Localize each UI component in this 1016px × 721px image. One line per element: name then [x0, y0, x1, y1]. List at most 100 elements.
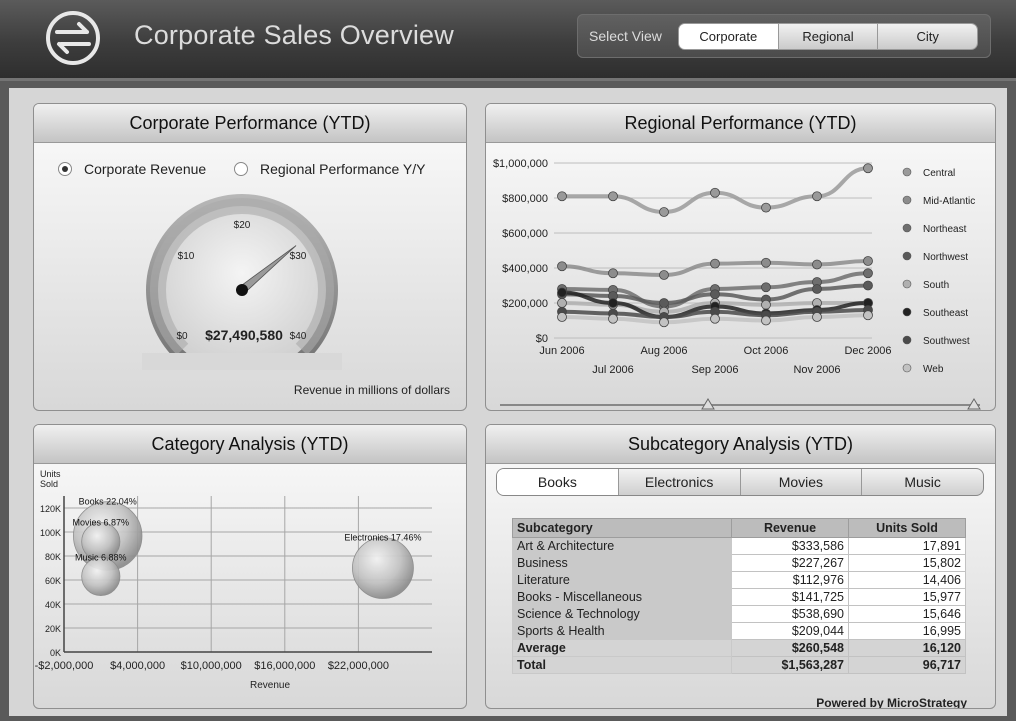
subcategory-panel-title: Subcategory Analysis (YTD) — [486, 425, 995, 464]
subcategory-cell: Books - Miscellaneous — [512, 588, 732, 606]
subcategory-cell: Literature — [512, 571, 732, 589]
data-point — [710, 313, 720, 324]
revenue-cell: $227,267 — [731, 554, 849, 572]
revenue-cell: $141,725 — [731, 588, 849, 606]
gauge-caption: Revenue in millions of dollars — [293, 383, 450, 397]
select-view-label: Select View — [589, 28, 662, 44]
x-tick-label: Jul 2006 — [592, 364, 634, 376]
data-point — [863, 268, 873, 279]
revenue-cell: $333,586 — [731, 537, 849, 555]
revenue-cell: $209,044 — [731, 622, 849, 640]
data-point — [659, 270, 669, 280]
tab-electronics[interactable]: Electronics — [617, 469, 740, 495]
legend-marker — [902, 335, 912, 345]
legend-label: Southeast — [923, 308, 968, 319]
total-row: Total $1,563,287 96,717 — [512, 656, 966, 674]
legend-marker — [902, 363, 912, 373]
x-tick-label: $22,000,000 — [328, 660, 389, 672]
y-tick-label: $400,000 — [502, 263, 548, 275]
data-point — [608, 191, 618, 202]
category-analysis-panel: Category Analysis (YTD) 0K 20K 40K 60K 80K 10… — [33, 424, 467, 709]
x-tick-label: Dec 2006 — [844, 345, 891, 357]
bubble — [352, 537, 414, 599]
data-point — [863, 310, 873, 321]
gauge-value-label: $27,490,580 — [205, 327, 283, 343]
legend-marker — [902, 223, 912, 233]
data-point — [557, 312, 567, 322]
data-point — [557, 287, 567, 298]
subcategory-analysis-panel: Subcategory Analysis (YTD) Books Electro… — [485, 424, 996, 709]
category-panel-title: Category Analysis (YTD) — [34, 425, 466, 464]
units-cell: 16,120 — [848, 639, 966, 657]
legend-marker — [902, 167, 912, 177]
revenue-cell: $112,976 — [731, 571, 849, 589]
data-point — [608, 298, 618, 308]
data-point — [557, 298, 567, 308]
units-cell: 16,995 — [848, 622, 966, 640]
average-row: Average $260,548 16,120 — [512, 639, 966, 657]
view-regional-button[interactable]: Regional — [777, 24, 878, 49]
data-point — [557, 191, 567, 202]
x-tick-label: Jun 2006 — [539, 345, 584, 357]
tab-movies[interactable]: Movies — [739, 469, 862, 495]
x-axis-label: Revenue — [250, 680, 290, 691]
units-cell: 17,891 — [848, 537, 966, 555]
radio-label: Corporate Revenue — [84, 161, 207, 177]
table-header-row: Subcategory Revenue Units Sold — [512, 518, 966, 538]
data-point — [863, 280, 873, 291]
radio-selected-icon[interactable] — [58, 162, 72, 176]
subcategory-cell: Art & Architecture — [512, 537, 732, 555]
view-city-button[interactable]: City — [877, 24, 977, 49]
x-tick-label: $4,000,000 — [110, 660, 165, 672]
gauge-tick-label: $40 — [290, 331, 307, 342]
y-axis-label-2: Sold — [40, 479, 58, 489]
radio-label: Regional Performance Y/Y — [260, 161, 426, 177]
view-corporate-button[interactable]: Corporate — [679, 24, 778, 49]
radio-corporate-revenue[interactable]: Corporate Revenue — [58, 161, 206, 177]
table-row: Business $227,267 15,802 — [512, 554, 966, 572]
legend-label: Northeast — [923, 224, 967, 235]
view-segmented-control: Corporate Regional City — [678, 23, 978, 50]
data-point — [761, 282, 771, 293]
dashboard-content: Corporate Performance (YTD) Corporate Re… — [9, 88, 1007, 716]
tab-books[interactable]: Books — [497, 469, 618, 495]
data-point — [710, 187, 720, 198]
regional-line-chart: $0 $200,000 $400,000 $600,000 $800,000 $1,000… — [493, 158, 981, 410]
table-row: Sports & Health $209,044 16,995 — [512, 622, 966, 640]
revenue-cell: $260,548 — [731, 639, 849, 657]
subcategory-cell: Business — [512, 554, 732, 572]
bubble-label: Books 22.04% — [79, 497, 137, 507]
view-selector: Select View Corporate Regional City — [577, 14, 991, 58]
revenue-cell: $1,563,287 — [731, 656, 849, 674]
regional-performance-panel: Regional Performance (YTD) $0 $200,000 $40… — [485, 103, 996, 411]
table-row: Literature $112,976 14,406 — [512, 571, 966, 589]
page-title: Corporate Sales Overview — [134, 20, 454, 50]
tab-music[interactable]: Music — [861, 469, 983, 495]
data-point — [761, 202, 771, 213]
y-tick-label: $0 — [536, 333, 548, 345]
column-header[interactable]: Revenue — [731, 518, 849, 538]
column-header[interactable]: Subcategory — [512, 518, 732, 538]
legend-label: Mid-Atlantic — [923, 196, 975, 207]
radio-regional-performance[interactable]: Regional Performance Y/Y — [234, 161, 426, 177]
regional-panel-title: Regional Performance (YTD) — [486, 104, 995, 143]
gauge-tick-label: $0 — [176, 331, 188, 342]
y-tick-label: $1,000,000 — [493, 158, 548, 170]
legend-label: Northwest — [923, 252, 968, 263]
x-tick-label: $10,000,000 — [181, 660, 242, 672]
data-point — [659, 298, 669, 308]
microstrategy-link[interactable]: MicroStrategy — [887, 696, 967, 708]
revenue-cell: $538,690 — [731, 605, 849, 623]
y-tick-label: 60K — [45, 576, 61, 586]
x-tick-label: -$2,000,000 — [35, 660, 94, 672]
column-header[interactable]: Units Sold — [848, 518, 966, 538]
subcategory-cell: Sports & Health — [512, 622, 732, 640]
units-cell: 15,977 — [848, 588, 966, 606]
radio-unselected-icon[interactable] — [234, 162, 248, 176]
legend-label: Central — [923, 168, 955, 179]
subcategory-table: Subcategory Revenue Units Sold Art & Arc… — [512, 518, 966, 674]
y-tick-label: $800,000 — [502, 193, 548, 205]
data-point — [608, 268, 618, 279]
y-tick-label: 100K — [40, 528, 61, 538]
x-tick-label: Oct 2006 — [744, 345, 789, 357]
